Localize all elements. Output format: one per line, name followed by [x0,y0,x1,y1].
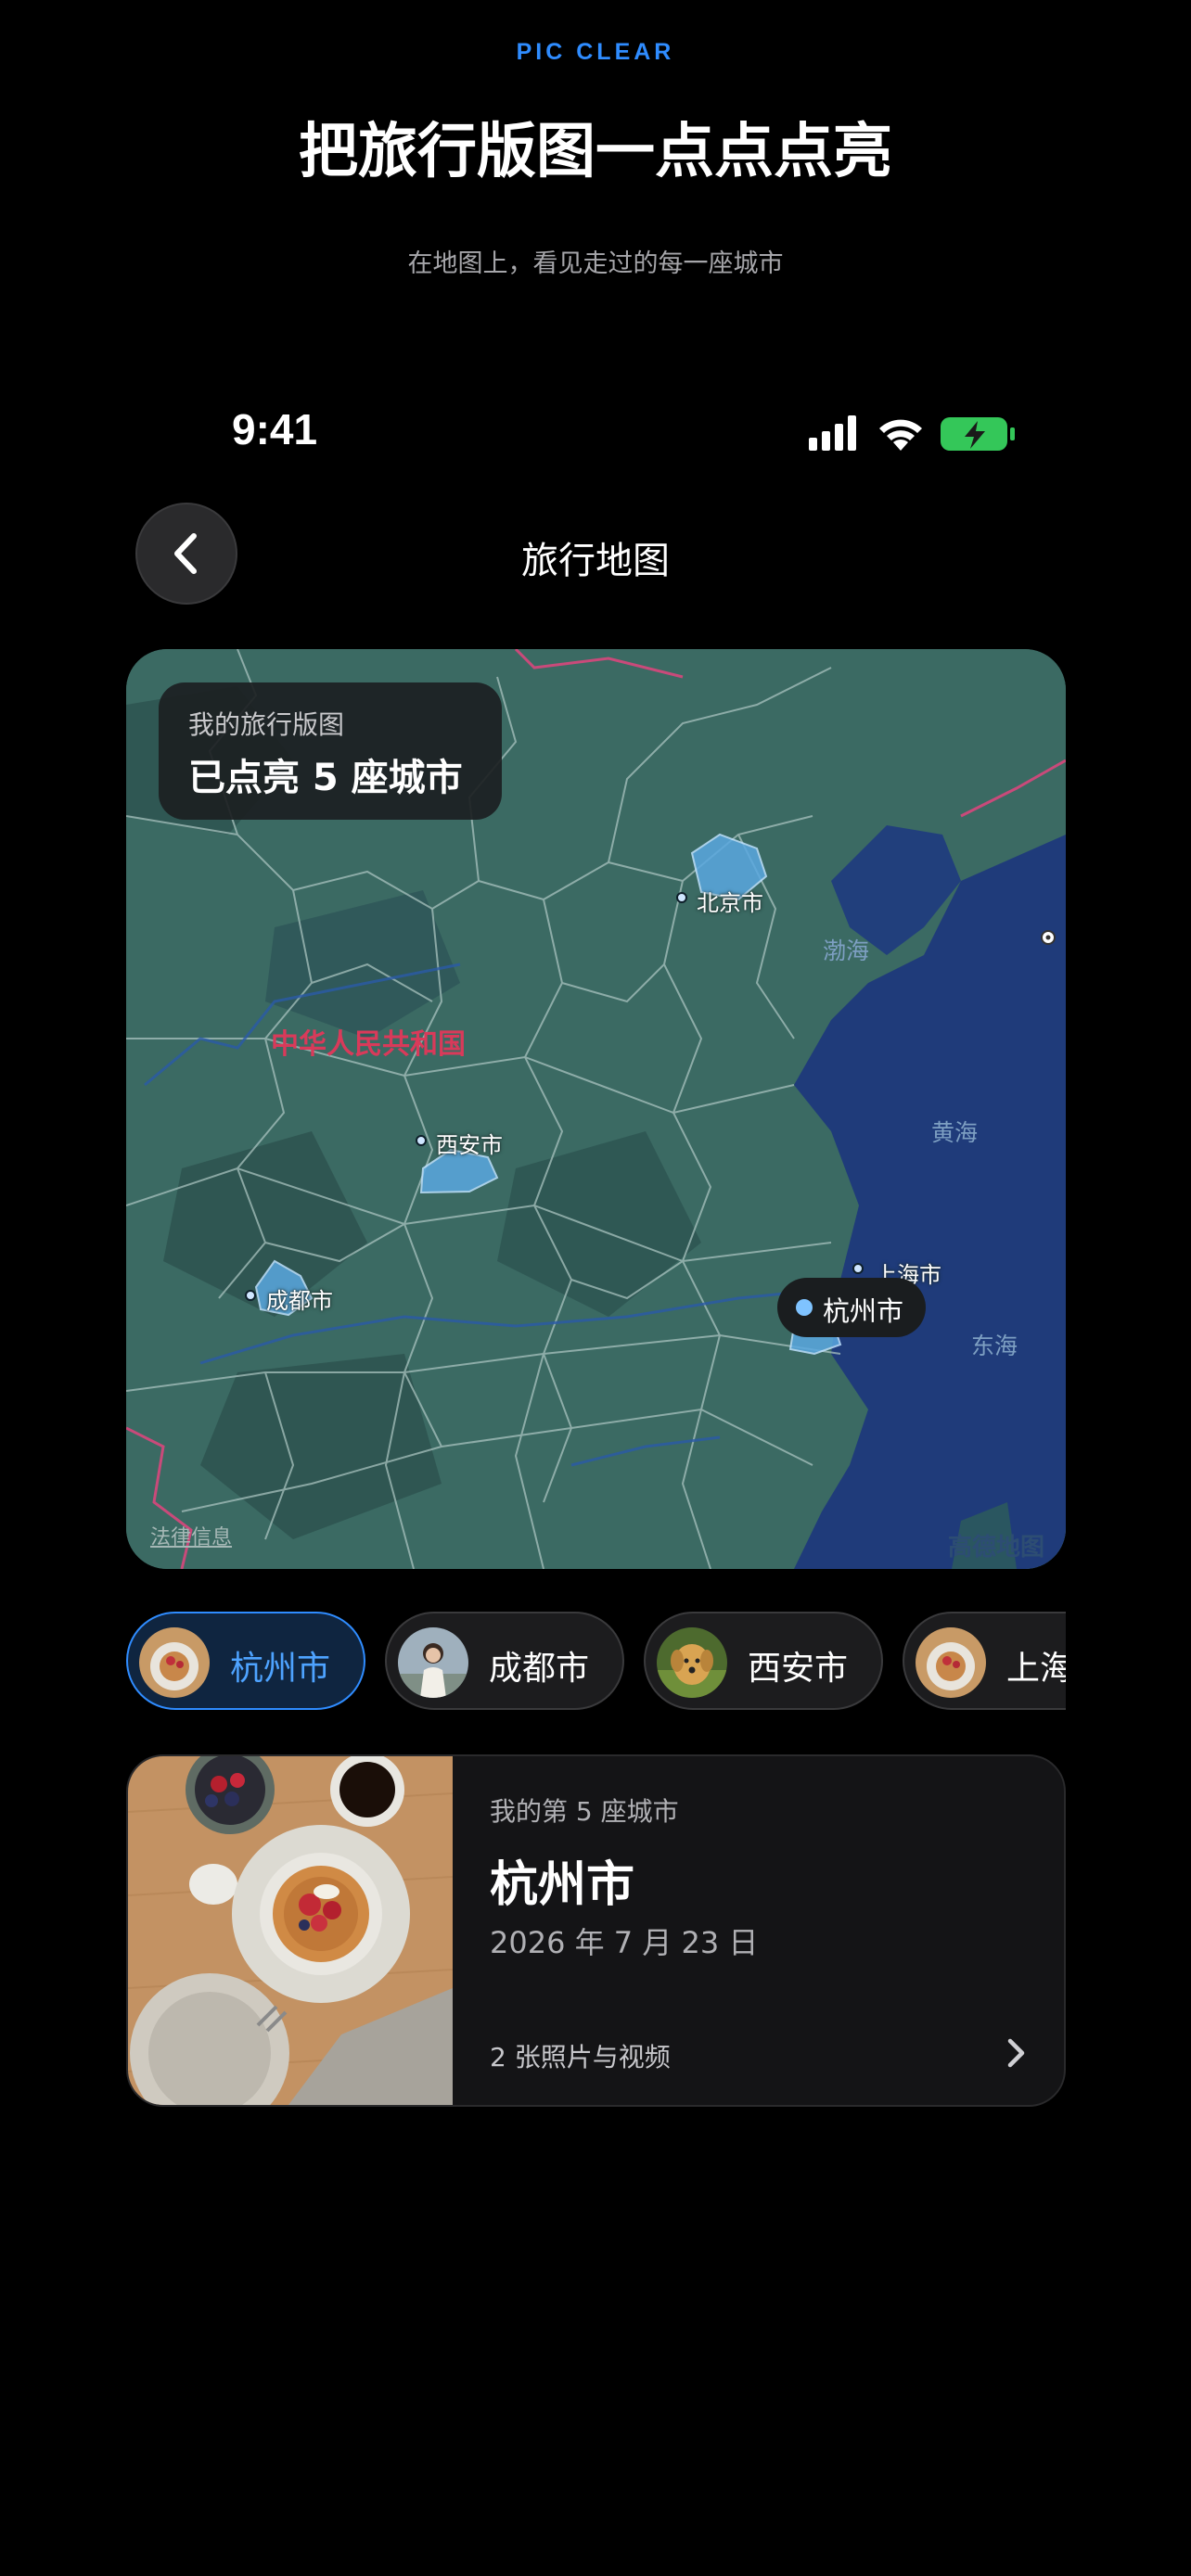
dog-avatar [657,1627,727,1698]
card-title: 杭州市 [490,1857,635,1913]
sea-label-bohai: 渤海 [823,937,870,964]
map-badge-value: 已点亮 5 座城市 [188,757,463,799]
pancake-avatar [916,1627,986,1698]
city-chip-hangzhou[interactable]: 杭州市 [126,1612,365,1710]
map-badge-label: 我的旅行版图 [188,709,345,740]
headline: 把旅行版图一点点点亮 [299,118,892,186]
status-icons [809,415,1015,451]
brand-label: PIC CLEAR [516,39,675,65]
nav-title: 旅行地图 [521,540,670,582]
wifi-icon [879,419,922,451]
selected-city-label: 杭州市 [823,1295,904,1327]
breakfast-photo [128,1756,453,2105]
battery-charging-icon [941,417,1015,451]
city-chip-label: 成都市 [489,1650,590,1688]
city-label-beijing[interactable]: 北京市 [697,885,763,917]
city-chip-chengdu[interactable]: 成都市 [385,1612,624,1710]
city-chip-xian[interactable]: 西安市 [644,1612,883,1710]
map-provider-logo: 高德地图 [948,1534,1045,1562]
sea-label-huanghai: 黄海 [931,1119,979,1146]
legal-info-link[interactable]: 法律信息 [150,1521,232,1550]
sea-label-donghai: 东海 [971,1333,1018,1359]
selected-city-dot [796,1299,813,1316]
city-label-xian[interactable]: 西安市 [436,1127,503,1159]
subheadline: 在地图上，看见走过的每一座城市 [407,249,784,278]
card-date: 2026 年 7 月 23 日 [490,1925,759,1960]
person-avatar [398,1627,468,1698]
city-chip-label: 上海市 [1006,1650,1066,1688]
status-time: 9:41 [232,405,318,453]
chevron-right-icon[interactable] [1002,2036,1030,2070]
pancake-avatar [139,1627,210,1698]
country-label: 中华人民共和国 [271,1028,466,1061]
city-chip-label: 西安市 [748,1650,849,1688]
city-chip-shanghai[interactable]: 上海市 [903,1612,1066,1710]
city-label-chengdu[interactable]: 成都市 [266,1282,333,1315]
card-media-count: 2 张照片与视频 [490,2042,671,2072]
signal-icon [809,415,856,451]
city-chip-label: 杭州市 [230,1650,331,1688]
card-subtitle: 我的第 5 座城市 [490,1796,679,1827]
city-chip-list[interactable]: 杭州市 成都市 西安市 上海 [126,1612,1066,1714]
